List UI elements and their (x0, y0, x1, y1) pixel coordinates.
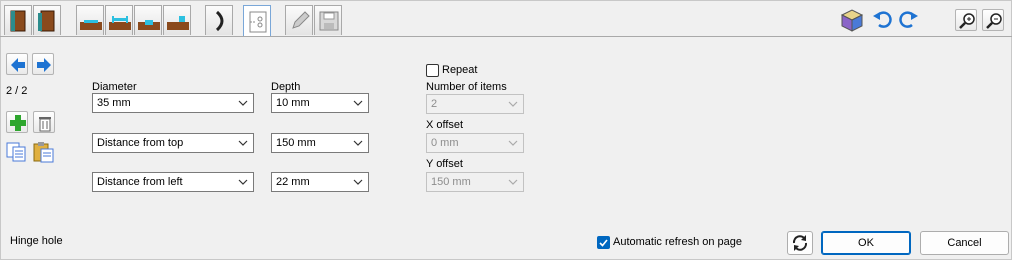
next-button[interactable] (32, 53, 54, 75)
vertical-distance-value: 150 mm (276, 137, 316, 149)
y-offset-select[interactable]: 150 mm (426, 172, 524, 192)
x-offset-value: 0 mm (431, 137, 459, 149)
groove-through-tab[interactable] (105, 5, 133, 35)
groove-step-icon (138, 20, 160, 30)
view-3d-button[interactable] (839, 7, 864, 32)
chevron-down-icon (238, 179, 248, 185)
checkmark-icon (599, 239, 608, 247)
arrow-left-icon (11, 58, 25, 72)
horizontal-distance-value: 22 mm (276, 176, 310, 188)
item-counter: 2 / 2 (6, 85, 28, 97)
chevron-down-icon (238, 140, 248, 146)
groove-through-icon (109, 16, 131, 30)
horizontal-reference-select[interactable]: Distance from left (92, 172, 254, 192)
vertical-distance-select[interactable]: 150 mm (271, 133, 369, 153)
repeat-label: Repeat (442, 64, 478, 76)
status-label: Hinge hole (10, 235, 63, 247)
chevron-down-icon (508, 140, 518, 146)
refresh-button[interactable] (787, 231, 813, 255)
delete-button[interactable] (33, 111, 55, 133)
trash-icon (39, 117, 51, 132)
chevron-down-icon (353, 140, 363, 146)
hinge-hole-icon (249, 11, 267, 33)
diameter-label: Diameter (92, 81, 137, 93)
y-offset-label: Y offset (426, 158, 463, 170)
zoom-out-icon (986, 13, 1002, 29)
copy-icon (6, 142, 26, 162)
save-tab[interactable] (314, 5, 342, 35)
groove-shallow-icon (80, 20, 102, 30)
horizontal-distance-select[interactable]: 22 mm (271, 172, 369, 192)
redo-button[interactable] (896, 7, 918, 31)
vertical-reference-value: Distance from top (97, 137, 184, 149)
cancel-button[interactable]: Cancel (920, 231, 1009, 255)
repeat-checkbox[interactable] (426, 64, 439, 77)
groove-corner-tab[interactable] (163, 5, 191, 35)
undo-button[interactable] (871, 7, 893, 31)
zoom-in-icon (959, 13, 975, 29)
horizontal-reference-value: Distance from left (97, 176, 183, 188)
plus-icon (10, 115, 26, 131)
add-button[interactable] (6, 111, 28, 133)
y-offset-value: 150 mm (431, 176, 471, 188)
groove-shallow-tab[interactable] (76, 5, 104, 35)
dialog-window (0, 0, 1012, 260)
chevron-down-icon (508, 101, 518, 107)
depth-select[interactable]: 10 mm (271, 93, 369, 113)
x-offset-select[interactable]: 0 mm (426, 133, 524, 153)
diameter-select[interactable]: 35 mm (92, 93, 254, 113)
number-of-items-label: Number of items (426, 81, 507, 93)
previous-button[interactable] (6, 53, 28, 75)
zoom-out-button[interactable] (982, 9, 1004, 31)
redo-icon (899, 11, 918, 28)
tab-strip-border (0, 36, 1012, 37)
arrow-right-icon (37, 58, 51, 72)
chevron-down-icon (353, 179, 363, 185)
groove-step-tab[interactable] (134, 5, 162, 35)
paste-icon (33, 142, 54, 163)
groove-corner-icon (167, 16, 189, 30)
x-offset-label: X offset (426, 119, 464, 131)
chevron-down-icon (238, 100, 248, 106)
hinge-hole-tab[interactable] (243, 5, 271, 37)
chevron-down-icon (508, 179, 518, 185)
number-of-items-select[interactable]: 2 (426, 94, 524, 114)
chevron-down-icon (353, 100, 363, 106)
pencil-icon (292, 11, 310, 29)
number-of-items-value: 2 (431, 98, 438, 110)
cube-3d-icon (840, 9, 864, 32)
book-closed-icon (10, 10, 26, 32)
diameter-value: 35 mm (97, 97, 131, 109)
zoom-in-button[interactable] (955, 9, 977, 31)
auto-refresh-label: Automatic refresh on page (613, 236, 743, 248)
toolbar (0, 0, 1012, 37)
vertical-reference-select[interactable]: Distance from top (92, 133, 254, 153)
auto-refresh-checkbox[interactable] (597, 236, 610, 249)
hinge-curve-tab[interactable] (205, 5, 233, 35)
depth-label: Depth (271, 81, 301, 93)
floppy-disk-icon (319, 11, 339, 31)
book-open-icon (38, 10, 55, 32)
ok-button[interactable]: OK (821, 231, 911, 255)
paste-button[interactable] (33, 141, 55, 163)
depth-value: 10 mm (276, 97, 310, 109)
edit-tab[interactable] (285, 5, 313, 35)
undo-icon (873, 11, 892, 28)
refresh-icon (792, 235, 808, 251)
book-closed-tab[interactable] (4, 5, 32, 35)
book-open-tab[interactable] (33, 5, 61, 35)
hinge-curve-icon (215, 10, 224, 32)
copy-button[interactable] (6, 141, 28, 163)
